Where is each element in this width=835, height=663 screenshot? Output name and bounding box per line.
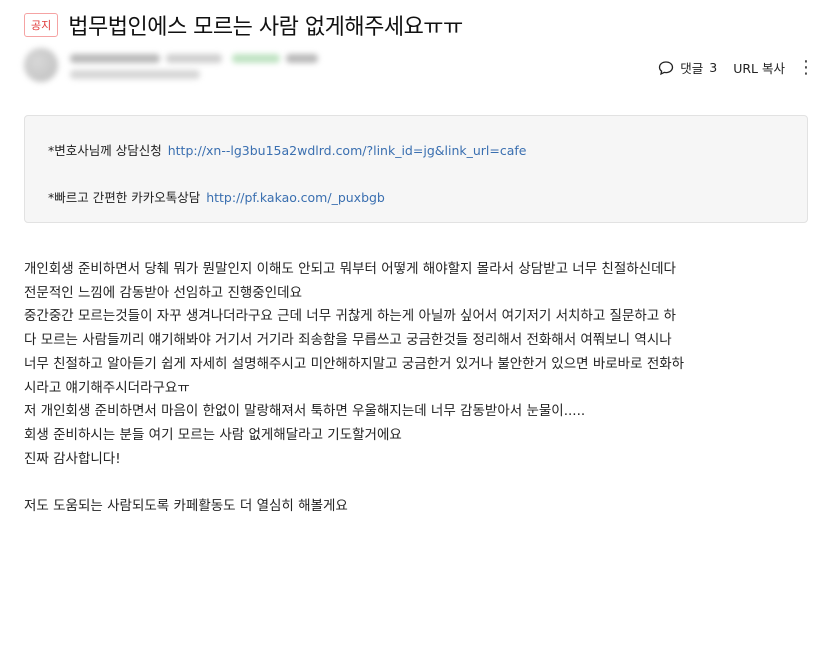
comment-icon bbox=[659, 60, 674, 75]
author-extra-blurred bbox=[286, 54, 318, 63]
kakao-link[interactable]: http://pf.kakao.com/_puxbgb bbox=[206, 190, 385, 205]
author-info bbox=[24, 48, 344, 86]
body-line: 개인회생 준비하면서 당췌 뭐가 뭔말인지 이해도 안되고 뭐부터 어떻게 해야… bbox=[24, 261, 676, 277]
quote-line-kakao-text: *빠르고 간편한 카카오톡상담 bbox=[48, 190, 201, 205]
url-copy-button[interactable]: URL 복사 bbox=[733, 58, 785, 77]
body-line: 전문적인 느낌에 감동받아 선임하고 진행중인데요 bbox=[24, 284, 302, 301]
notice-badge: 공지 bbox=[24, 13, 59, 37]
body-line: 진짜 감사합니다! bbox=[24, 450, 121, 467]
quote-line-consult: *변호사님께 상담신청 http://xn--lg3bu15a2wdlrd.com… bbox=[48, 140, 527, 159]
body-line: 시라고 얘기해주시더라구요ㅠ bbox=[24, 379, 190, 396]
body-line: 저도 도움되는 사람되도록 카페활동도 더 열심히 해볼게요 bbox=[24, 498, 348, 515]
post-header: 공지 법무법인에스 모르는 사람 없게해주세요ㅠㅠ bbox=[24, 8, 811, 42]
body-line: 중간중간 모르는것들이 자꾸 생겨나더라구요 근데 너무 귀찮게 하는게 아닐까… bbox=[24, 308, 676, 325]
body-line: 너무 친절하고 알아듣기 쉽게 자세히 설명해주시고 미안해하지말고 궁금한거 … bbox=[24, 355, 685, 372]
consult-link[interactable]: http://xn--lg3bu15a2wdlrd.com/?link_id=j… bbox=[168, 143, 527, 158]
comment-button[interactable]: 댓글 3 bbox=[658, 58, 717, 77]
body-line: 저 개인회생 준비하면서 마음이 한없이 말랑해져서 툭하면 우울해지는데 너무… bbox=[24, 403, 586, 420]
author-grade-blurred bbox=[232, 54, 280, 63]
post-date-blurred bbox=[70, 70, 200, 79]
post-body: 개인회생 준비하면서 당췌 뭐가 뭔말인지 이해도 안되고 뭐부터 어떻게 해야… bbox=[24, 258, 814, 519]
post-title: 법무법인에스 모르는 사람 없게해주세요ㅠㅠ bbox=[68, 15, 463, 40]
avatar[interactable] bbox=[24, 48, 58, 82]
body-line: 다 모르는 사람들끼리 얘기해봐야 거기서 거기라 죄송함을 무릅쓰고 궁금한것… bbox=[24, 332, 672, 349]
quote-box: *변호사님께 상담신청 http://xn--lg3bu15a2wdlrd.com… bbox=[24, 115, 808, 223]
body-line: 회생 준비하시는 분들 여기 모르는 사람 없게해달라고 기도할거에요 bbox=[24, 426, 402, 443]
author-name-blurred[interactable] bbox=[70, 54, 160, 63]
quote-line-consult-text: *변호사님께 상담신청 bbox=[48, 143, 162, 158]
post-actions: 댓글 3 URL 복사 ⋮ bbox=[658, 58, 815, 77]
more-options-icon[interactable]: ⋮ bbox=[797, 58, 815, 76]
comment-count: 3 bbox=[709, 60, 718, 75]
author-rank-blurred bbox=[166, 54, 222, 63]
quote-line-kakao: *빠르고 간편한 카카오톡상담 http://pf.kakao.com/_puxb… bbox=[48, 187, 385, 206]
comment-label: 댓글 bbox=[680, 61, 704, 76]
